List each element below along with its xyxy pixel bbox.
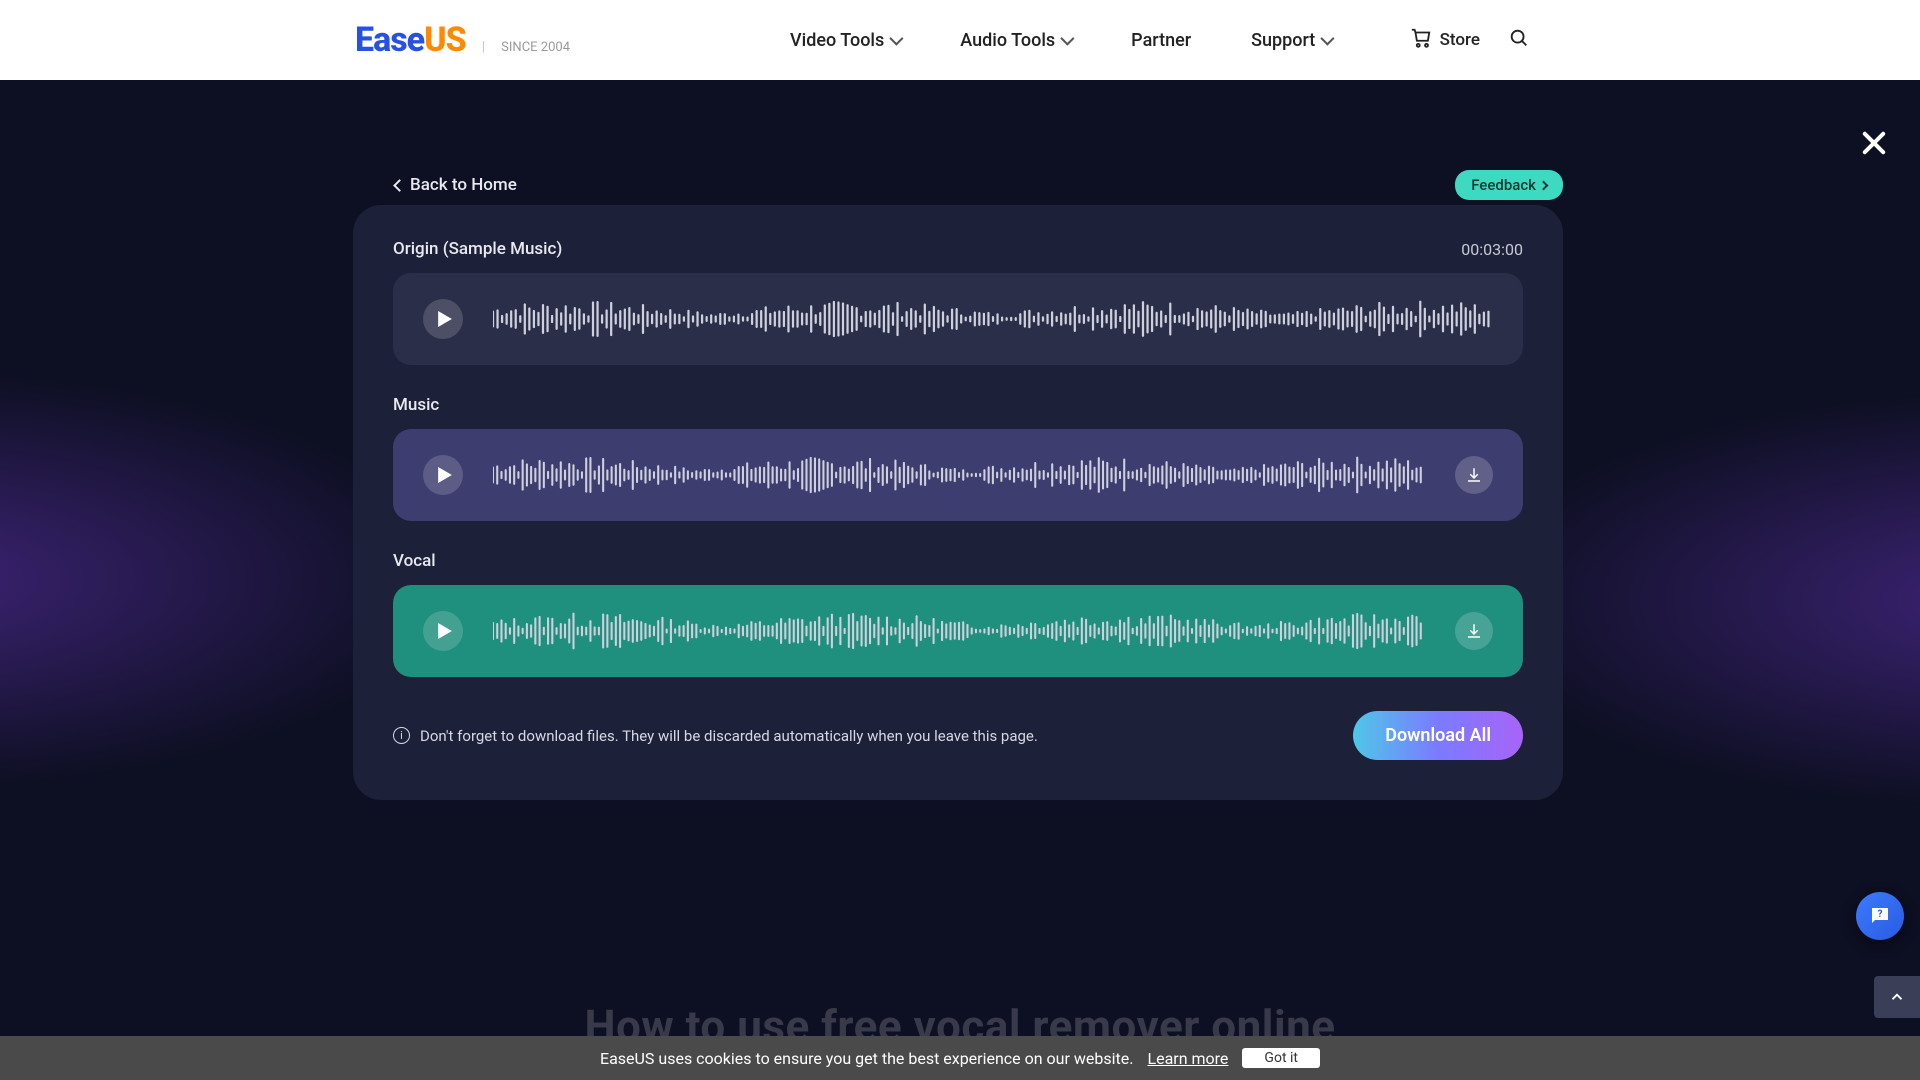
cookie-accept-button[interactable]: Got it [1242, 1048, 1320, 1068]
nav-label: Audio Tools [960, 30, 1055, 51]
track-origin [393, 273, 1523, 365]
play-button[interactable] [423, 611, 463, 651]
nav-right: Store [1410, 27, 1530, 54]
top-nav: EaseUS | SINCE 2004 Video Tools Audio To… [0, 0, 1920, 80]
svg-text:?: ? [1878, 909, 1883, 920]
cart-icon [1410, 27, 1432, 54]
chevron-down-icon [1321, 32, 1335, 46]
chevron-right-icon [1539, 180, 1549, 190]
nav-support[interactable]: Support [1251, 30, 1331, 51]
card-footer: i Don't forget to download files. They w… [393, 711, 1523, 760]
nav-label: Partner [1131, 30, 1191, 51]
card-toolbar: Back to Home Feedback [395, 170, 1563, 200]
download-all-button[interactable]: Download All [1353, 711, 1523, 760]
chevron-left-icon [393, 179, 406, 192]
results-card: Origin (Sample Music) 00:03:00 Music Voc… [353, 205, 1563, 800]
brand-since: SINCE 2004 [501, 40, 570, 55]
back-label: Back to Home [410, 175, 517, 195]
nav-label: Video Tools [790, 30, 884, 51]
store-label: Store [1440, 30, 1480, 50]
back-to-home-link[interactable]: Back to Home [395, 175, 517, 195]
info-text: Don't forget to download files. They wil… [420, 727, 1038, 745]
chevron-down-icon [890, 32, 904, 46]
download-button[interactable] [1455, 456, 1493, 494]
play-button[interactable] [423, 299, 463, 339]
waveform[interactable] [493, 455, 1425, 495]
hero-area: Back to Home Feedback Origin (Sample Mus… [0, 80, 1920, 1080]
track-music [393, 429, 1523, 521]
nav-links: Video Tools Audio Tools Partner Support [790, 30, 1331, 51]
track-duration: 00:03:00 [1461, 240, 1523, 259]
nav-label: Support [1251, 30, 1315, 51]
info-message: i Don't forget to download files. They w… [393, 727, 1038, 745]
play-button[interactable] [423, 455, 463, 495]
cookie-banner: EaseUS uses cookies to ensure you get th… [0, 1036, 1920, 1080]
feedback-label: Feedback [1471, 176, 1536, 194]
waveform[interactable] [493, 299, 1493, 339]
logo-text: EaseUS [355, 20, 466, 60]
brand-logo[interactable]: EaseUS | SINCE 2004 [355, 20, 570, 60]
chevron-down-icon [1061, 32, 1075, 46]
nav-video-tools[interactable]: Video Tools [790, 30, 900, 51]
track-header-vocal: Vocal [393, 551, 1523, 571]
feedback-button[interactable]: Feedback [1455, 170, 1563, 200]
nav-partner[interactable]: Partner [1131, 30, 1191, 51]
store-link[interactable]: Store [1410, 27, 1480, 54]
download-all-label: Download All [1385, 725, 1491, 746]
close-icon[interactable] [1858, 128, 1890, 160]
waveform[interactable] [493, 611, 1425, 651]
track-title: Music [393, 395, 439, 415]
track-title: Vocal [393, 551, 436, 571]
track-header-music: Music [393, 395, 1523, 415]
info-icon: i [393, 727, 410, 744]
nav-audio-tools[interactable]: Audio Tools [960, 30, 1071, 51]
cookie-text: EaseUS uses cookies to ensure you get th… [600, 1049, 1133, 1068]
brand-separator: | [482, 39, 485, 55]
track-header-origin: Origin (Sample Music) 00:03:00 [393, 239, 1523, 259]
track-title: Origin (Sample Music) [393, 239, 562, 259]
track-vocal [393, 585, 1523, 677]
cookie-learn-more-link[interactable]: Learn more [1147, 1049, 1228, 1068]
download-button[interactable] [1455, 612, 1493, 650]
chat-help-button[interactable]: ? [1856, 892, 1904, 940]
scroll-to-top-button[interactable] [1874, 976, 1920, 1018]
search-icon[interactable] [1508, 27, 1530, 53]
